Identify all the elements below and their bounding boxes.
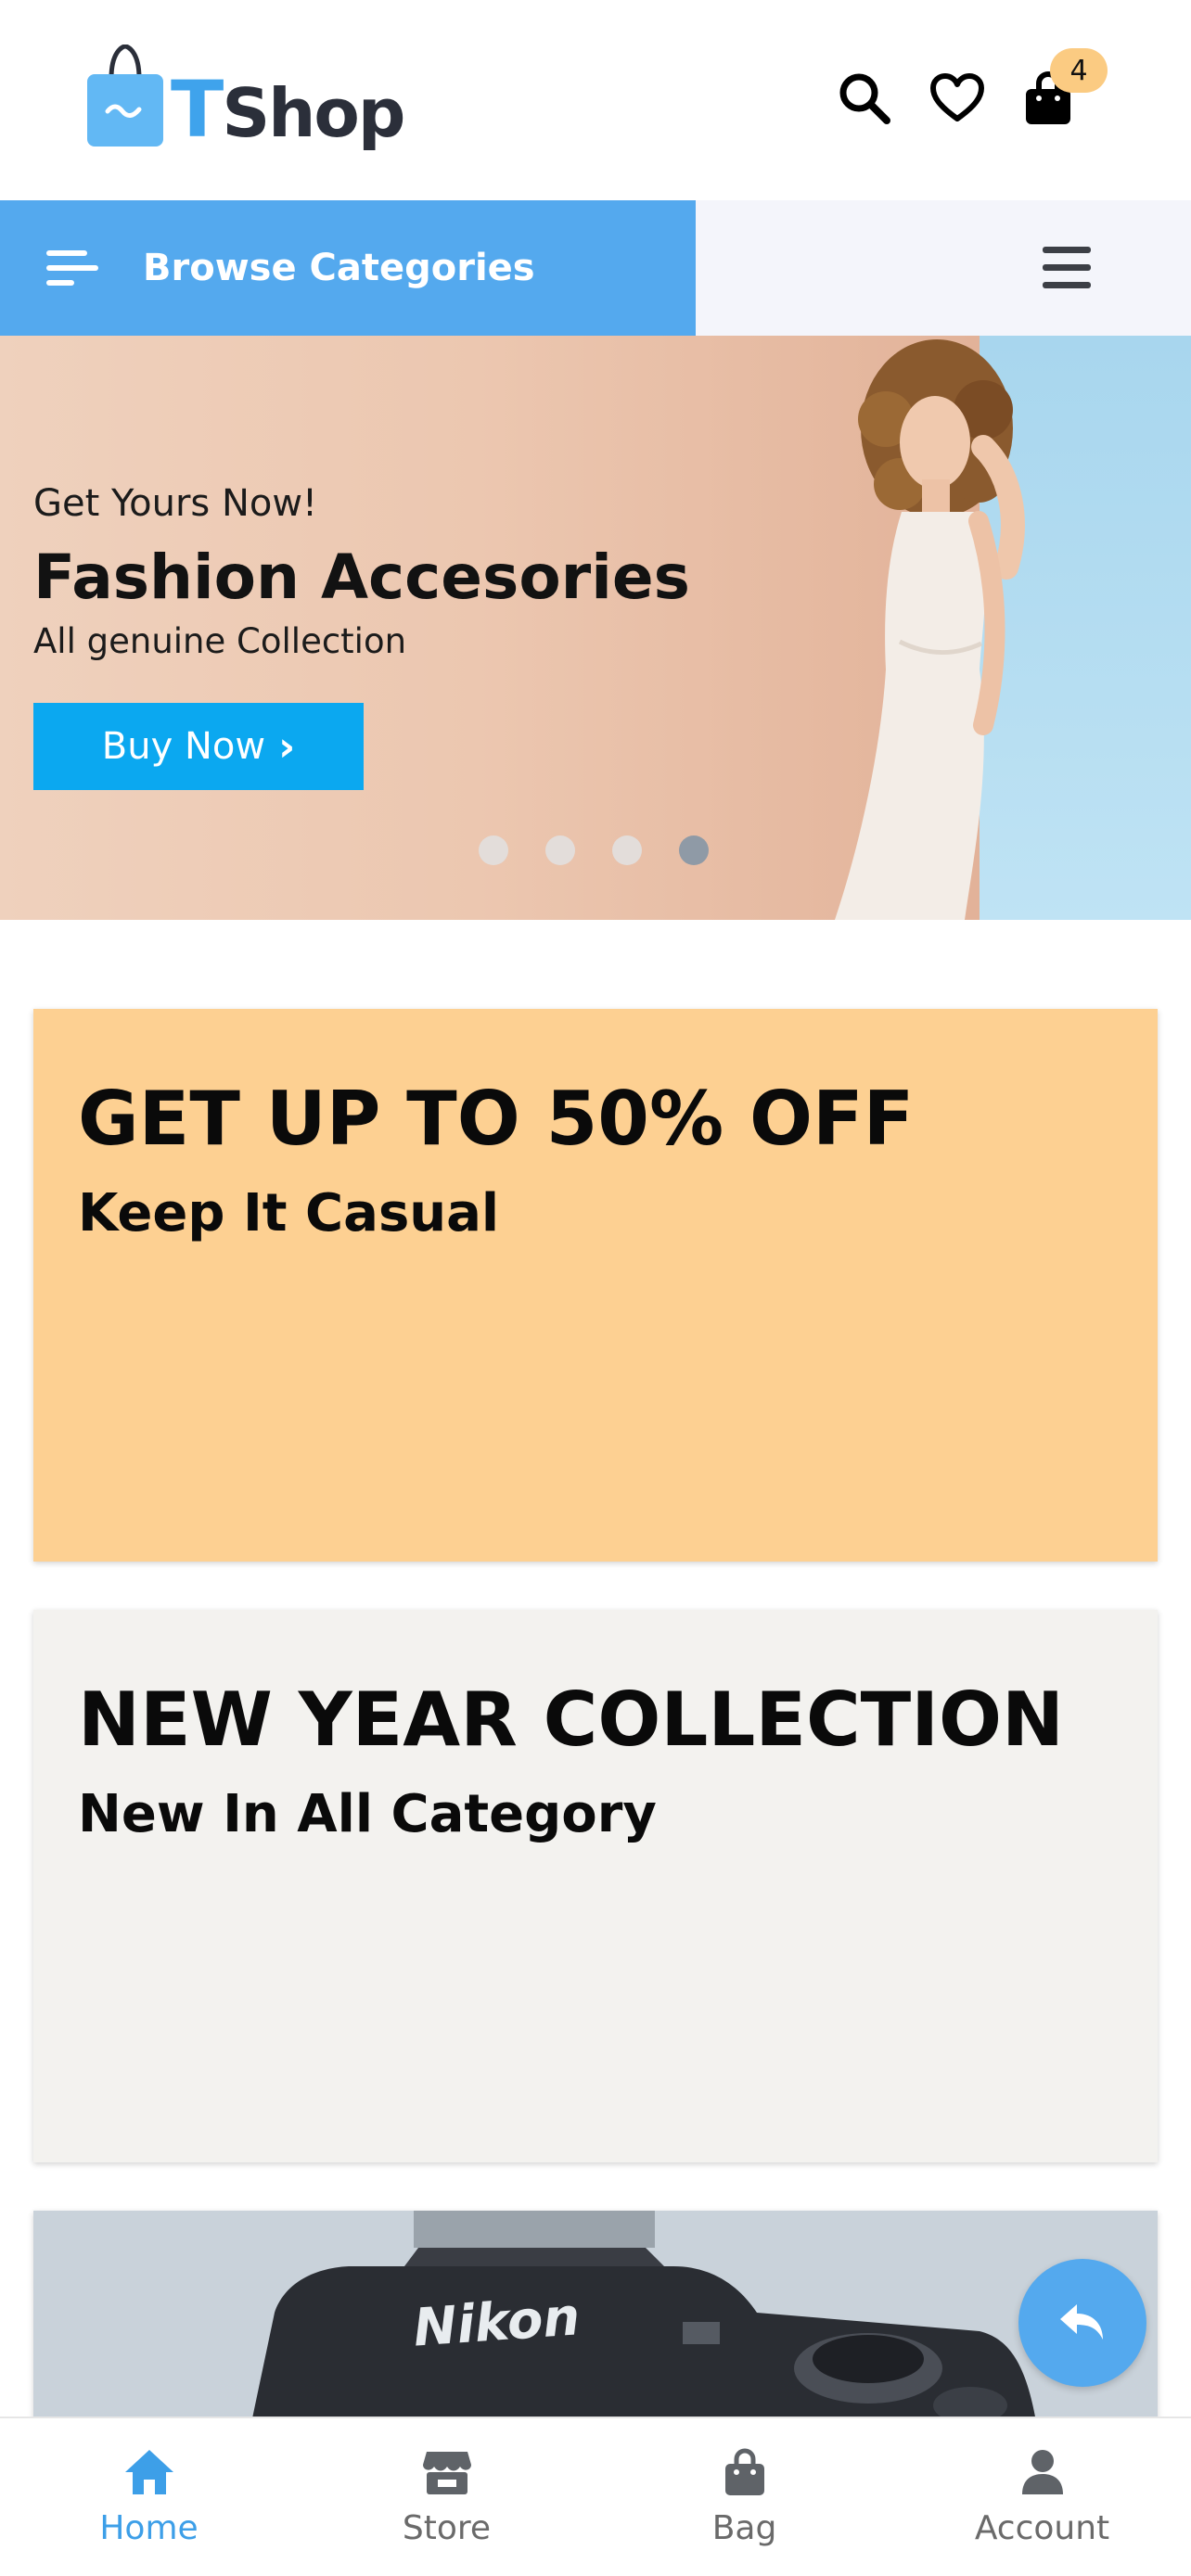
heart-icon[interactable] <box>924 65 991 132</box>
tshop-logo[interactable]: TShop <box>85 44 405 155</box>
hero-title: Fashion Accesories <box>33 542 690 613</box>
category-bar: Browse Categories <box>0 200 1191 336</box>
sort-lines-icon <box>46 245 98 291</box>
browse-categories-button[interactable]: Browse Categories <box>0 200 696 336</box>
nav-bag[interactable]: Bag <box>596 2418 893 2576</box>
nav-account[interactable]: Account <box>893 2418 1191 2576</box>
promo-title: NEW YEAR COLLECTION <box>78 1677 1064 1763</box>
home-icon <box>122 2444 177 2500</box>
promo-card-collection[interactable]: NEW YEAR COLLECTION New In All Category <box>33 1610 1158 2162</box>
bottom-navigation: Home Store Bag Account <box>0 2417 1191 2576</box>
slider-dot-3[interactable] <box>612 835 642 865</box>
chevron-right-icon: › <box>278 722 296 771</box>
promo-card-sale[interactable]: GET UP TO 50% OFF Keep It Casual <box>33 1009 1158 1562</box>
promo-subtitle: New In All Category <box>78 1784 657 1844</box>
promo-subtitle: Keep It Casual <box>78 1183 500 1243</box>
browse-categories-label: Browse Categories <box>143 247 535 289</box>
slider-dots <box>479 835 746 865</box>
model-photo <box>835 339 1025 920</box>
back-reply-button[interactable] <box>1018 2259 1146 2387</box>
nav-home-label: Home <box>99 2509 198 2547</box>
nav-home[interactable]: Home <box>0 2418 298 2576</box>
shopping-bag-logo-icon <box>85 44 165 148</box>
nav-store[interactable]: Store <box>298 2418 596 2576</box>
promo-title: GET UP TO 50% OFF <box>78 1076 915 1162</box>
nikon-brand-text: Nikon <box>412 2287 583 2358</box>
user-icon <box>1015 2444 1070 2500</box>
search-icon[interactable] <box>831 65 898 132</box>
buy-now-label: Buy Now <box>101 725 266 768</box>
buy-now-button[interactable]: Buy Now › <box>33 703 364 790</box>
store-icon <box>419 2444 475 2500</box>
logo-wordmark: TShop <box>171 64 405 155</box>
hero-slider[interactable]: Get Yours Now! Fashion Accesories All ge… <box>0 336 1191 920</box>
cart-count-badge: 4 <box>1050 48 1108 93</box>
app-header: TShop 4 <box>0 0 1191 200</box>
bag-icon <box>717 2444 773 2500</box>
slider-dot-2[interactable] <box>545 835 575 865</box>
nav-bag-label: Bag <box>711 2509 777 2547</box>
slider-dot-4[interactable] <box>679 835 709 865</box>
hero-subtitle: All genuine Collection <box>33 621 407 661</box>
hero-kicker: Get Yours Now! <box>33 482 318 525</box>
hamburger-menu-icon[interactable] <box>1039 245 1095 291</box>
reply-arrow-icon <box>1060 2304 1103 2340</box>
nav-account-label: Account <box>974 2509 1110 2547</box>
slider-dot-1[interactable] <box>479 835 508 865</box>
nav-store-label: Store <box>402 2509 492 2547</box>
